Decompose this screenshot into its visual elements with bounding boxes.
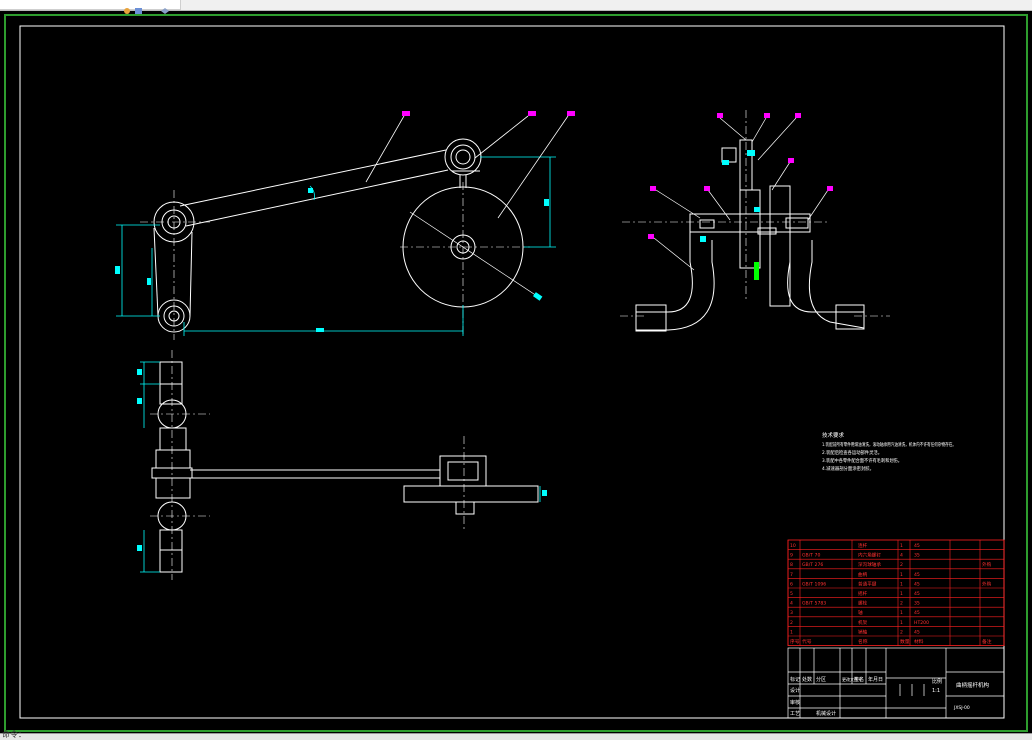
parts-cell-material: HT200: [914, 620, 929, 626]
parts-cell-no: 3: [790, 610, 793, 616]
parts-row: 2 机架 1 HT200: [790, 619, 929, 626]
title-block-text: 标记 设计 审核 工艺 处数 分区 更改文件号 签名 年月日 比例 1:1 曲柄…: [790, 676, 990, 717]
tb-school: 机械设计: [816, 710, 836, 717]
parts-header-note: 备注: [982, 638, 992, 645]
parts-cell-name: 深沟球轴承: [858, 561, 881, 568]
parts-cell-name: 轴: [858, 609, 863, 616]
parts-row: 5 摇杆 1 45: [790, 590, 920, 597]
cad-drawing[interactable]: 技术要求 1.装配前所有零件用煤油清洗，滚动轴承用汽油清洗，机体内不许有任何杂物…: [0, 0, 1032, 733]
parts-header-name: 名称: [858, 638, 868, 645]
center-lines-front: [140, 182, 530, 340]
center-lines-side: [620, 110, 890, 317]
parts-cell-name: 机架: [858, 619, 868, 626]
tb-col-count: 处数: [802, 676, 812, 683]
drawing-border: [19, 25, 1005, 719]
parts-row: 9 GB/T 70 内六角螺钉 4 35: [790, 552, 920, 559]
parts-header-qty: 数量: [900, 638, 910, 645]
crank-radius-line: [409, 211, 541, 299]
side-view-assembly: [635, 139, 865, 332]
parts-cell-no: 9: [790, 553, 793, 559]
parts-cell-material: 45: [914, 543, 920, 549]
parts-cell-qty: 1: [900, 572, 903, 578]
parts-cell-no: 8: [790, 562, 793, 568]
notes-line-3: 3.装配中各零件配合面不许有毛刺和划伤。: [822, 457, 902, 464]
notes-title: 技术要求: [822, 431, 845, 439]
parts-cell-material: 45: [914, 629, 920, 635]
hatching-side: [754, 262, 759, 280]
parts-row: 1 销轴 2 45: [790, 628, 920, 635]
parts-cell-qty: 2: [900, 601, 903, 607]
parts-row: 4 GB/T 5783 螺栓 2 35: [790, 600, 920, 607]
notes-line-1: 1.装配前所有零件用煤油清洗，滚动轴承用汽油清洗，机体内不许有任何杂物存在。: [822, 441, 956, 448]
tb-scale-label: 比例: [932, 678, 942, 685]
parts-list-table: 10 连杆 1 459 GB/T 70 内六角螺钉 4 358 GB/T 276 深沟球轴承 2 外购…: [787, 539, 1005, 646]
tb-label-mark: 标记: [790, 676, 800, 683]
parts-cell-material: 45: [914, 572, 920, 578]
parts-header-material: 材料: [914, 638, 924, 645]
notes-line-2: 2.装配后检查各运动部件灵活。: [822, 449, 882, 456]
parts-cell-note: 外购: [982, 580, 992, 587]
dimension-labels-front: [115, 188, 549, 332]
tb-drawing-number: JXSJ-00: [953, 705, 970, 711]
leaders-side: [653, 117, 829, 271]
parts-cell-material: 45: [914, 591, 920, 597]
parts-cell-qty: 1: [900, 620, 903, 626]
center-lines-top: [150, 350, 465, 580]
parts-cell-qty: 1: [900, 610, 903, 616]
parts-cell-qty: 2: [900, 562, 903, 568]
parts-cell-material: 45: [914, 610, 920, 616]
parts-cell-code: GB/T 70: [802, 553, 820, 559]
parts-cell-no: 5: [790, 591, 793, 597]
parts-row: 6 GB/T 1096 普通平键 1 45 外购: [790, 580, 992, 587]
tb-col-zone: 分区: [816, 676, 826, 683]
parts-cell-qty: 1: [900, 543, 903, 549]
parts-cell-no: 7: [790, 572, 793, 578]
parts-cell-code: GB/T 5783: [802, 601, 826, 607]
parts-cell-note: 外购: [982, 561, 992, 568]
parts-cell-no: 4: [790, 601, 793, 607]
parts-row: 10 连杆 1 45: [790, 542, 920, 549]
parts-cell-name: 内六角螺钉: [858, 552, 881, 559]
parts-cell-name: 摇杆: [858, 590, 868, 597]
notes-line-4: 4.减速器剖分面涂密封胶。: [822, 465, 874, 472]
tb-label-process: 工艺: [790, 711, 800, 717]
parts-row: 3 轴 1 45: [790, 609, 920, 616]
technical-notes: 技术要求 1.装配前所有零件用煤油清洗，滚动轴承用汽油清洗，机体内不许有任何杂物…: [822, 431, 956, 472]
parts-cell-no: 1: [790, 629, 793, 635]
parts-row: 8 GB/T 276 深沟球轴承 2 外购: [790, 561, 992, 568]
parts-cell-qty: 4: [900, 553, 903, 559]
parts-cell-name: 销轴: [858, 628, 868, 635]
parts-cell-name: 普通平键: [858, 580, 877, 587]
top-view-assembly: [151, 361, 539, 573]
parts-row: 7 曲柄 1 45: [790, 571, 920, 578]
parts-cell-name: 连杆: [858, 542, 868, 549]
tb-label-review: 审核: [790, 699, 800, 706]
balloons-front: [402, 111, 575, 116]
parts-cell-material: 35: [914, 601, 920, 607]
parts-cell-name: 曲柄: [858, 571, 868, 578]
tb-col-sign: 签名: [854, 676, 864, 683]
parts-cell-material: 45: [914, 581, 920, 587]
front-view-linkage: [153, 138, 524, 333]
parts-cell-name: 螺栓: [858, 600, 868, 607]
parts-cell-no: 6: [790, 581, 793, 587]
parts-cell-code: GB/T 1096: [802, 581, 826, 587]
leaders-front: [365, 115, 569, 219]
parts-cell-qty: 2: [900, 629, 903, 635]
parts-cell-code: GB/T 276: [802, 562, 823, 568]
tb-drawing-title: 曲柄摇杆机构: [956, 681, 990, 689]
tb-col-date: 年月日: [868, 676, 883, 683]
tb-scale-value: 1:1: [932, 688, 940, 694]
parts-header-no: 序号: [790, 638, 800, 645]
parts-cell-qty: 1: [900, 581, 903, 587]
parts-header-code: 代号: [802, 638, 812, 645]
parts-cell-no: 2: [790, 620, 793, 626]
parts-cell-qty: 1: [900, 591, 903, 597]
dimensions-front: [116, 156, 556, 336]
parts-cell-no: 10: [790, 543, 796, 549]
tb-label-design: 设计: [790, 687, 800, 694]
parts-cell-material: 35: [914, 553, 920, 559]
dimensions-top: [140, 361, 541, 573]
